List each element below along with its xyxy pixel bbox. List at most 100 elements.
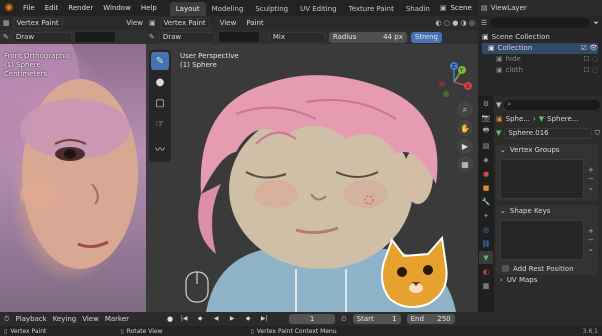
smear-tool-icon[interactable]: ☞ — [151, 115, 169, 133]
uv-maps-header[interactable]: › UV Maps — [496, 275, 600, 285]
radius-field[interactable]: Radius 44 px — [328, 31, 407, 43]
data-tab-icon[interactable]: ▼ — [479, 251, 493, 264]
start-frame-field[interactable]: Start 1 — [352, 314, 401, 324]
vertex-groups-header[interactable]: ⌄ Vertex Groups — [496, 144, 598, 157]
tool-tab-icon[interactable]: ⚙ — [479, 97, 493, 110]
record-icon[interactable]: ● — [167, 315, 173, 323]
visibility-eye-icon[interactable]: ☑ 👁 — [581, 43, 598, 54]
grid-perspective-icon[interactable]: ▦ — [457, 156, 473, 172]
playback-menu[interactable]: Playback — [15, 315, 46, 323]
next-key-icon[interactable]: ◆ — [243, 314, 253, 324]
render-tab-icon[interactable]: 📷 — [479, 111, 493, 124]
camera-icon[interactable]: ▶ — [457, 138, 473, 154]
tab-modeling[interactable]: Modeling — [206, 2, 250, 16]
tab-uv-editing[interactable]: UV Editing — [294, 2, 343, 16]
object-tab-icon[interactable]: ■ — [479, 181, 493, 194]
paint-menu[interactable]: Paint — [246, 19, 263, 27]
outliner-row-hide[interactable]: ▣ hide ☐ ◌ — [482, 54, 598, 65]
world-tab-icon[interactable]: ● — [479, 167, 493, 180]
modifier-tab-icon[interactable]: 🔧 — [479, 195, 493, 208]
current-frame-field[interactable]: 1 — [289, 314, 336, 324]
scene-icon[interactable]: ▣ — [440, 4, 447, 12]
zoom-icon[interactable]: ⌕ — [457, 102, 473, 118]
mode-select[interactable]: Vertex Paint — [12, 17, 63, 29]
viewport-shading-icons[interactable]: ◐ ○ ● ◑ ◎ — [436, 19, 475, 27]
play-icon[interactable]: ▶ — [227, 314, 237, 324]
view-layer-icon[interactable]: ▤ — [481, 4, 488, 12]
menu-edit[interactable]: Edit — [40, 0, 64, 16]
blend-mode-select[interactable]: Mix — [268, 31, 325, 43]
vertex-groups-list[interactable] — [500, 159, 584, 199]
blender-logo-icon[interactable]: ◉ — [2, 1, 16, 15]
tab-texture-paint[interactable]: Texture Paint — [343, 2, 400, 16]
menu-help[interactable]: Help — [136, 0, 162, 16]
play-reverse-icon[interactable]: ◀ — [211, 314, 221, 324]
view-layer-name[interactable]: ViewLayer — [491, 4, 527, 12]
units-label: Centimeters — [4, 70, 48, 78]
pan-hand-icon[interactable]: ✋ — [457, 120, 473, 136]
editor-type-icon[interactable]: ▦ — [3, 19, 10, 27]
mode-select[interactable]: Vertex Paint — [159, 17, 210, 29]
scene-tab-icon[interactable]: ◈ — [479, 153, 493, 166]
prev-key-icon[interactable]: ◆ — [195, 314, 205, 324]
preview-range-icon[interactable]: ⏲ — [341, 315, 346, 324]
brush-select[interactable]: Draw — [11, 31, 72, 43]
view-menu[interactable]: View — [82, 315, 99, 323]
jump-end-icon[interactable]: ▶| — [259, 314, 269, 324]
mouse-hint-icon — [185, 271, 209, 303]
marker-menu[interactable]: Marker — [105, 315, 129, 323]
search-input[interactable]: ⌕ — [504, 100, 600, 110]
tab-sculpting[interactable]: Sculpting — [249, 2, 294, 16]
material-tab-icon[interactable]: ◐ — [479, 265, 493, 278]
constraints-tab-icon[interactable]: ⛓ — [479, 237, 493, 250]
clock-icon[interactable]: ⏱ — [4, 315, 9, 324]
end-frame-field[interactable]: End 250 — [406, 314, 455, 324]
vertex-groups-list-row: + − ⌄ — [496, 157, 598, 201]
visibility-eye-icon[interactable]: ☐ ◌ — [583, 54, 598, 65]
color-swatch[interactable] — [218, 32, 259, 42]
axis-x-label: X — [466, 84, 470, 90]
menu-render[interactable]: Render — [63, 0, 98, 16]
shape-keys-header[interactable]: ⌄ Shape Keys — [496, 205, 598, 218]
keying-menu[interactable]: Keying — [53, 315, 77, 323]
editor-type-icon[interactable]: ▣ — [149, 19, 156, 27]
annotate-tool-icon[interactable]: 〰 — [151, 139, 169, 157]
visibility-eye-icon[interactable]: ☐ ◌ — [583, 65, 598, 76]
list-controls[interactable]: + − ⌄ — [588, 166, 596, 193]
draw-tool-icon[interactable]: ✎ — [151, 52, 169, 70]
funnel-icon[interactable]: ⏷ — [593, 19, 599, 28]
view-menu[interactable]: View — [220, 19, 237, 27]
jump-start-icon[interactable]: |◀ — [179, 314, 189, 324]
view-menu[interactable]: View — [126, 19, 143, 27]
texture-tab-icon[interactable]: ▦ — [479, 279, 493, 292]
outliner-row-collection[interactable]: ▣ Collection ☑ 👁 — [482, 43, 598, 54]
data-block-name[interactable]: Sphere.016 — [504, 127, 592, 139]
strength-field[interactable]: Streng — [410, 31, 442, 43]
menu-file[interactable]: File — [18, 0, 40, 16]
shape-keys-list[interactable] — [500, 220, 584, 260]
fake-user-icon[interactable]: ⛉ — [595, 129, 600, 138]
tab-layout[interactable]: Layout — [169, 2, 206, 16]
outliner: ▤ ViewLayer ☰ ⏷ ▣ Scene Collection ▣ Col… — [478, 0, 602, 96]
3d-viewport[interactable]: ▣ Vertex Paint View Paint ◐ ○ ● ◑ ◎ ✎ Dr… — [146, 16, 478, 312]
blur-tool-icon[interactable]: ● — [151, 73, 169, 91]
view-layer-tab-icon[interactable]: ▤ — [479, 139, 493, 152]
tab-shading[interactable]: Shadin — [400, 2, 436, 16]
color-swatch[interactable] — [74, 32, 115, 42]
menu-window[interactable]: Window — [98, 0, 136, 16]
output-tab-icon[interactable]: 🖶 — [479, 125, 493, 138]
navigation-gizmo[interactable]: X Y Z — [434, 62, 474, 102]
search-input[interactable] — [490, 18, 591, 28]
outliner-row-cloth[interactable]: ▣ cloth ☐ ◌ — [482, 65, 598, 76]
view-icon[interactable]: ▼ — [496, 101, 501, 109]
checkbox[interactable] — [502, 265, 509, 272]
brush-select[interactable]: Draw — [158, 31, 215, 43]
outliner-row-scene-collection[interactable]: ▣ Scene Collection — [482, 32, 598, 43]
filter-icon[interactable]: ☰ — [481, 19, 487, 27]
particles-tab-icon[interactable]: ✦ — [479, 209, 493, 222]
physics-tab-icon[interactable]: ◎ — [479, 223, 493, 236]
list-controls[interactable]: + − ⌄ — [588, 227, 596, 254]
average-tool-icon[interactable]: ▢ — [151, 94, 169, 112]
character-model — [185, 75, 456, 312]
rest-position-row[interactable]: Add Rest Position — [496, 262, 598, 275]
